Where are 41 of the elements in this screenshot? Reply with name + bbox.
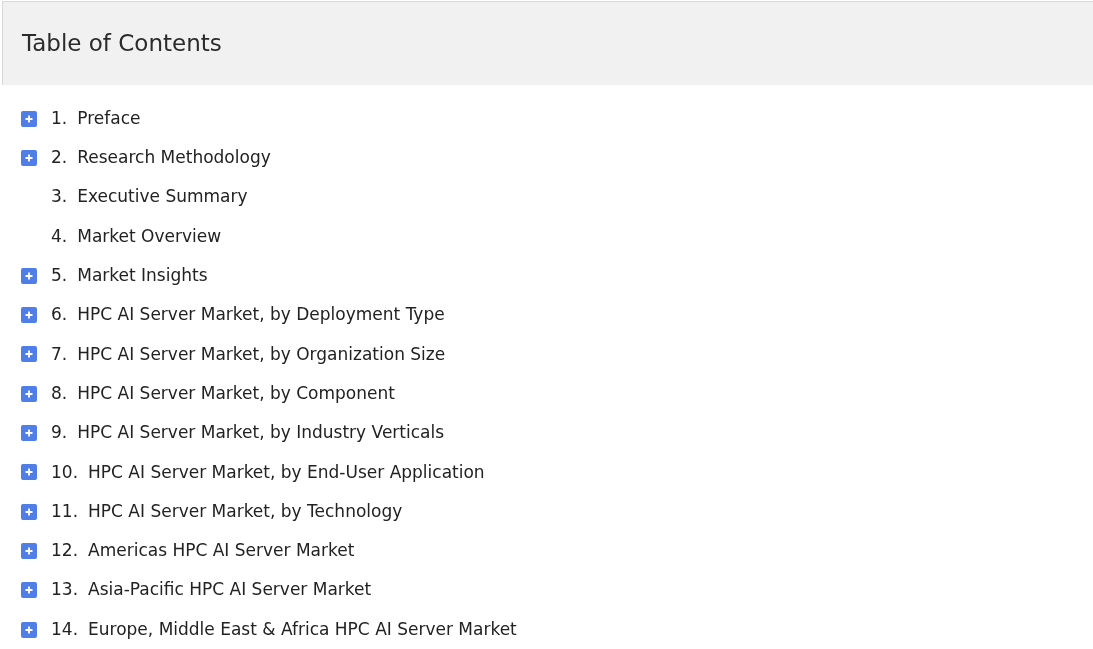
expand-plus-icon[interactable]	[21, 425, 37, 441]
section-number: 9.	[51, 421, 68, 445]
expand-plus-icon[interactable]	[21, 542, 37, 559]
section-link[interactable]: HPC AI Server Market, by Deployment Type	[77, 302, 445, 328]
section-number: 4.	[51, 224, 68, 248]
section-link[interactable]: Market Overview	[77, 223, 222, 250]
section-link[interactable]: HPC AI Server Market, by Industry Verticals	[77, 420, 445, 446]
section-link[interactable]: Americas HPC AI Server Market	[88, 538, 355, 564]
toc-title: Table of Contents	[22, 29, 222, 59]
section-link[interactable]: HPC AI Server Market, by Component	[77, 380, 395, 407]
section-number: 6.	[51, 303, 68, 327]
section-number: 5.	[51, 264, 68, 288]
section-link[interactable]: Market Insights	[77, 263, 208, 289]
section-link[interactable]: HPC AI Server Market, by Organization Size	[77, 341, 446, 368]
section-link[interactable]: HPC AI Server Market, by End-User Application	[88, 459, 485, 486]
section-link[interactable]: Asia-Pacific HPC AI Server Market	[88, 577, 372, 603]
section-link[interactable]: Executive Summary	[77, 184, 248, 210]
expand-plus-icon[interactable]	[21, 464, 37, 481]
expand-plus-icon[interactable]	[21, 346, 37, 363]
expand-plus-icon[interactable]	[21, 621, 37, 638]
expand-plus-icon[interactable]	[21, 149, 37, 166]
expand-plus-icon[interactable]	[21, 267, 37, 284]
expand-plus-icon[interactable]	[21, 110, 37, 127]
section-link[interactable]: Research Methodology	[77, 145, 271, 171]
section-number: 13.	[51, 578, 79, 602]
section-number: 14.	[51, 617, 79, 641]
section-link[interactable]: Preface	[77, 105, 141, 132]
section-number: 3.	[51, 185, 68, 209]
section-link[interactable]: Europe, Middle East & Africa HPC AI Server Market	[88, 616, 517, 643]
expand-plus-icon[interactable]	[21, 385, 37, 402]
section-number: 11.	[51, 499, 79, 523]
expand-plus-icon[interactable]	[21, 307, 37, 324]
section-number: 1.	[51, 106, 68, 130]
section-number: 12.	[51, 539, 79, 563]
section-number: 2.	[51, 146, 68, 170]
expand-plus-icon[interactable]	[21, 503, 37, 520]
section-number: 10.	[51, 460, 79, 484]
section-number: 8.	[51, 381, 68, 405]
expand-plus-icon[interactable]	[21, 582, 37, 599]
section-link[interactable]: HPC AI Server Market, by Technology	[88, 498, 403, 525]
section-number: 7.	[51, 342, 68, 366]
